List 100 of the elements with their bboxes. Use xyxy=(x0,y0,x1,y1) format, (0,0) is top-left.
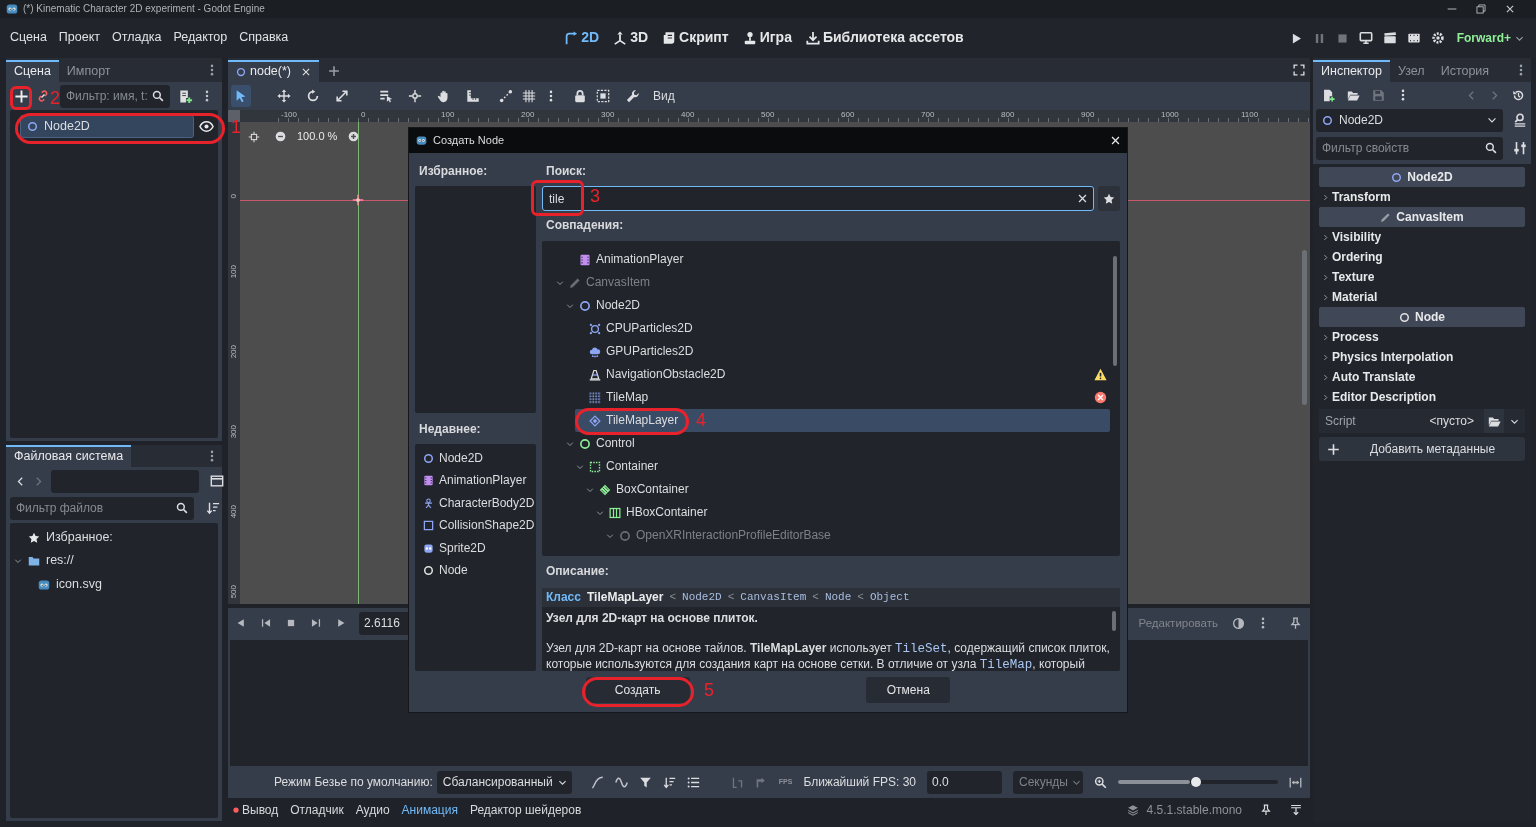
menu-item[interactable]: Справка xyxy=(233,26,295,50)
list-item[interactable]: CharacterBody2D xyxy=(415,492,536,515)
property-group[interactable]: Physics Interpolation xyxy=(1319,347,1525,367)
snap-line-icon[interactable] xyxy=(499,89,513,103)
stop-icon[interactable] xyxy=(1335,31,1349,45)
search-document-icon[interactable] xyxy=(1513,113,1527,127)
zoom-out-icon[interactable] xyxy=(275,131,286,143)
curve-icon[interactable] xyxy=(590,775,604,789)
workspace-tab[interactable]: 2D xyxy=(563,26,601,50)
tree-item[interactable]: res:// xyxy=(10,549,218,573)
zoom-in-icon[interactable] xyxy=(348,131,360,143)
filter-field[interactable]: Фильтр: имя, t: xyxy=(60,84,170,108)
menu-item[interactable]: Сцена xyxy=(4,26,53,50)
sine-wave-icon[interactable] xyxy=(614,775,628,789)
layers-icon[interactable] xyxy=(1126,804,1139,816)
tree-item[interactable]: Node2D xyxy=(20,115,194,138)
tools-icon[interactable] xyxy=(1513,141,1527,155)
list-item[interactable]: CollisionShape2D xyxy=(415,514,536,537)
property-group[interactable]: Visibility xyxy=(1319,227,1525,247)
load-button[interactable] xyxy=(1484,409,1504,433)
renderer-dropdown[interactable]: Forward+ xyxy=(1456,30,1524,46)
tab[interactable]: Сцена xyxy=(6,60,59,82)
slider-thumb[interactable] xyxy=(1191,777,1202,787)
sort-icon[interactable] xyxy=(206,501,220,515)
close-icon[interactable] xyxy=(1110,135,1121,146)
property-group[interactable]: Texture xyxy=(1319,267,1525,287)
play-icon[interactable] xyxy=(336,618,346,628)
film-icon[interactable] xyxy=(1406,31,1421,45)
scrollbar[interactable] xyxy=(1302,250,1307,405)
property-group[interactable]: Material xyxy=(1319,287,1525,307)
new-document-icon[interactable] xyxy=(1322,88,1335,102)
close-icon[interactable] xyxy=(301,67,311,77)
bottom-tab[interactable]: Отладчик xyxy=(284,802,350,818)
list-item[interactable]: Sprite2D xyxy=(415,537,536,560)
zoom-slider[interactable] xyxy=(1118,780,1278,784)
gear-icon[interactable] xyxy=(1430,31,1445,45)
tab[interactable]: История xyxy=(1432,60,1498,82)
folder-icon[interactable] xyxy=(1347,88,1360,102)
rewind-icon[interactable] xyxy=(261,618,271,628)
property-group[interactable]: Editor Description xyxy=(1319,387,1525,407)
tree-item[interactable]: icon.svg xyxy=(10,573,218,597)
fit-width-icon[interactable] xyxy=(1289,775,1302,789)
list-icon[interactable] xyxy=(686,775,700,789)
lock-icon[interactable] xyxy=(573,89,587,103)
add-icon[interactable] xyxy=(14,88,29,104)
script-add-icon[interactable] xyxy=(178,88,193,104)
workspace-tab[interactable]: Скрипт xyxy=(661,26,730,50)
favorite-button[interactable] xyxy=(1098,186,1120,211)
sort-icon[interactable] xyxy=(662,775,676,789)
dock-icon[interactable] xyxy=(1290,804,1302,816)
list-item[interactable]: Node2D xyxy=(415,447,536,470)
bottom-tab[interactable]: Аудио xyxy=(349,802,396,818)
pin-icon[interactable] xyxy=(1289,616,1302,630)
menu-item[interactable]: Редактор xyxy=(167,26,234,50)
step-field[interactable]: 0.0 xyxy=(927,770,1002,794)
tab[interactable]: Импорт xyxy=(58,60,119,82)
filter-icon[interactable] xyxy=(638,775,652,789)
visibility-eye-icon[interactable] xyxy=(199,119,214,134)
workspace-tab[interactable]: Игра xyxy=(741,26,793,50)
restore-icon[interactable] xyxy=(1476,4,1486,14)
filter-field[interactable]: Фильтр файлов xyxy=(10,496,194,520)
monitor-icon[interactable] xyxy=(1358,31,1373,45)
property-group[interactable]: Auto Translate xyxy=(1319,367,1525,387)
center-view-icon[interactable] xyxy=(248,130,260,143)
pin-icon[interactable] xyxy=(1260,804,1272,816)
clapperboard-icon[interactable] xyxy=(1382,31,1397,45)
list-item[interactable]: AnimationPlayer xyxy=(415,469,536,492)
bottom-tab[interactable]: Вывод xyxy=(231,802,285,818)
play-from-start-icon[interactable] xyxy=(311,618,321,628)
property-group[interactable]: Process xyxy=(1319,327,1525,347)
scrollbar[interactable] xyxy=(1112,611,1116,631)
dialog-button[interactable]: Отмена xyxy=(866,677,951,703)
tool-button[interactable] xyxy=(231,85,251,107)
filter-field[interactable]: Фильтр свойств xyxy=(1316,136,1503,160)
bottom-tab[interactable]: Редактор шейдеров xyxy=(463,802,588,818)
view-menu[interactable]: Вид xyxy=(653,88,675,104)
zoom-icon[interactable] xyxy=(1094,775,1107,789)
tab[interactable]: Файловая система xyxy=(6,445,132,467)
tree-item[interactable]: AnimationPlayer xyxy=(565,248,1110,271)
list-item[interactable]: Node xyxy=(415,559,536,582)
scene-tab[interactable]: node(*) xyxy=(228,60,319,82)
scrollbar[interactable] xyxy=(1113,256,1117,366)
workspace-tab[interactable]: Библиотека ассетов xyxy=(804,26,965,50)
add-tab-icon[interactable] xyxy=(328,65,340,77)
window-icon[interactable] xyxy=(210,474,224,488)
tab[interactable]: Узел xyxy=(1389,60,1433,82)
half-circle-icon[interactable] xyxy=(1232,616,1245,630)
stop-icon[interactable] xyxy=(286,618,296,628)
dropdown[interactable]: Сбалансированный xyxy=(436,770,572,794)
tab[interactable]: Инспектор xyxy=(1313,60,1390,82)
menu-item[interactable]: Проект xyxy=(52,26,107,50)
close-icon[interactable] xyxy=(1505,4,1515,14)
path-field[interactable] xyxy=(51,469,199,493)
property-group[interactable]: Ordering xyxy=(1319,247,1525,267)
grid-icon[interactable] xyxy=(522,89,536,103)
property-group[interactable]: Transform xyxy=(1319,187,1525,207)
link-icon[interactable] xyxy=(37,90,49,102)
group-icon[interactable] xyxy=(596,89,610,103)
add-metadata-button[interactable]: Добавить метаданные xyxy=(1319,437,1525,461)
object-dropdown[interactable]: Node2D xyxy=(1316,108,1503,132)
